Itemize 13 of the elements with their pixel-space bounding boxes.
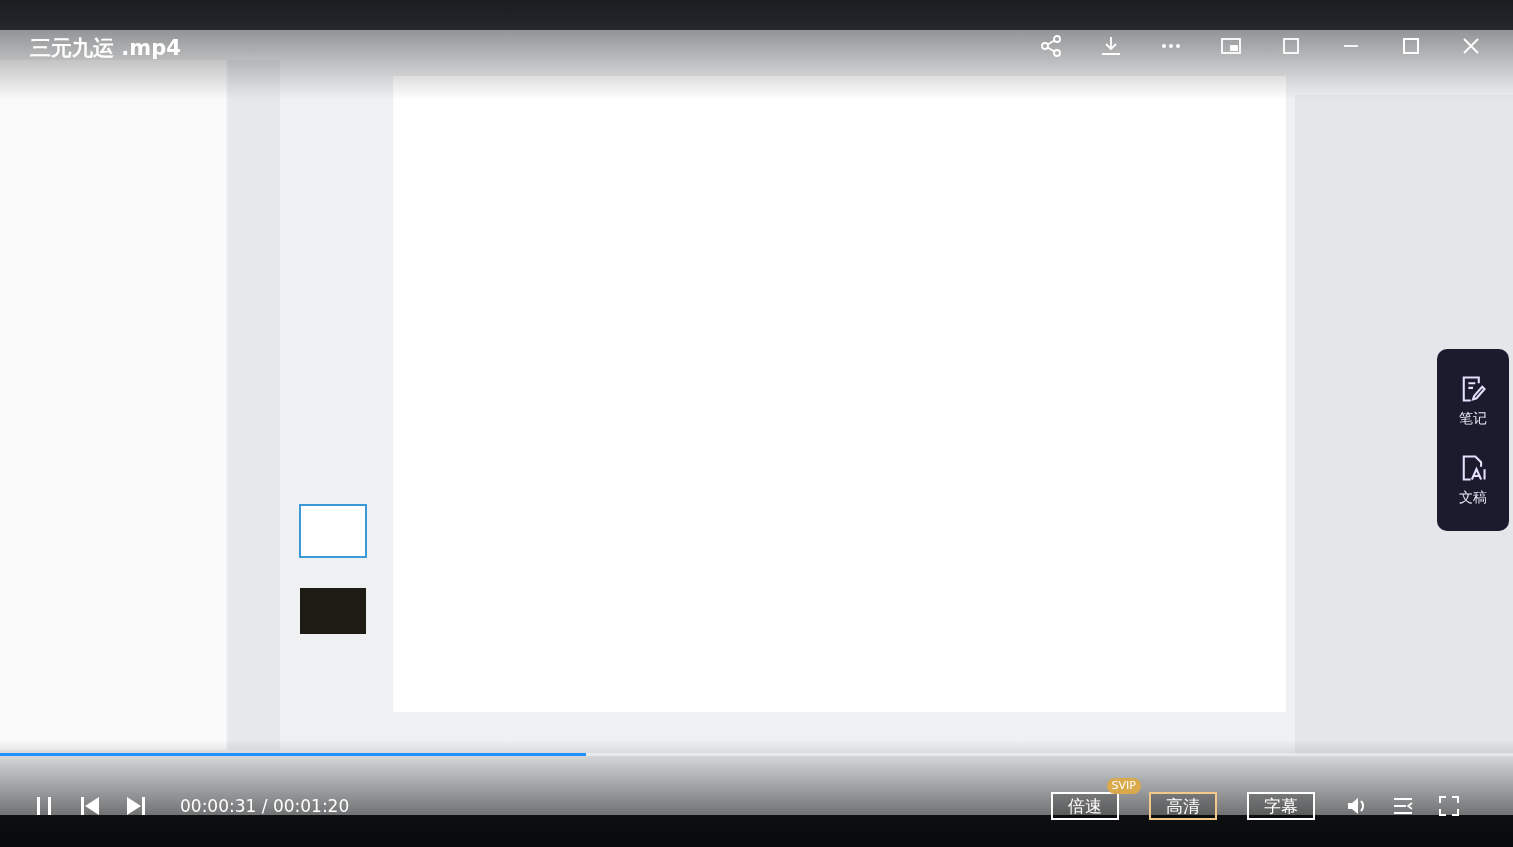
progress-track[interactable]: [0, 753, 1513, 756]
side-panel-label[interactable]: 文稿: [1459, 488, 1487, 507]
playback-time: 00:00:31 / 00:01:20: [180, 796, 350, 816]
player-button[interactable]: 字幕: [1247, 792, 1315, 820]
download-icon[interactable]: [1099, 34, 1123, 58]
player-button[interactable]: 倍速: [1051, 792, 1119, 820]
next-icon[interactable]: [124, 794, 148, 818]
player-button[interactable]: 高清: [1149, 792, 1217, 820]
fullscreen-icon[interactable]: [1437, 794, 1461, 818]
side-panel-label[interactable]: 笔记: [1459, 409, 1487, 428]
video-title: 三元九运 .mp4: [30, 35, 181, 62]
previous-icon[interactable]: [78, 794, 102, 818]
share-icon[interactable]: [1039, 34, 1063, 58]
